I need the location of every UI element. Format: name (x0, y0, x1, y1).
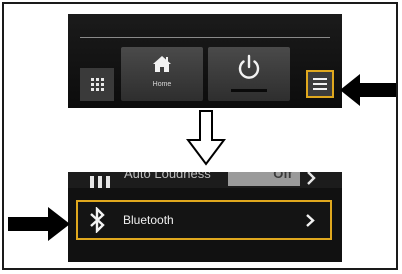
home-button[interactable]: Home (121, 47, 203, 101)
equalizer-icon (90, 172, 112, 188)
chevron-right-icon (307, 172, 316, 185)
menu-button[interactable] (306, 70, 334, 98)
power-icon (238, 54, 260, 79)
auto-loudness-label: Auto Loudness (124, 172, 211, 181)
top-screen: Home (68, 14, 342, 108)
home-label: Home (152, 81, 172, 88)
pointer-arrow-bluetooth (8, 207, 70, 241)
home-icon (153, 56, 171, 72)
auto-loudness-value: Off (273, 172, 292, 181)
power-indicator-bar (231, 89, 267, 92)
divider-line (80, 37, 330, 38)
auto-loudness-toggle[interactable]: Off (228, 172, 300, 186)
down-arrow (186, 110, 226, 166)
menu-icon (313, 78, 327, 80)
chevron-right-icon (306, 214, 315, 227)
power-button[interactable] (208, 47, 290, 101)
bluetooth-icon (90, 207, 105, 233)
apps-grid-button[interactable] (80, 68, 114, 101)
grid-icon (90, 78, 104, 91)
bottom-screen: Auto Loudness Off Bluetooth (68, 172, 342, 262)
auto-loudness-row[interactable]: Auto Loudness Off (68, 172, 342, 188)
bluetooth-label: Bluetooth (123, 213, 174, 227)
bluetooth-row[interactable]: Bluetooth (76, 200, 332, 240)
pointer-arrow-menu (340, 74, 396, 106)
